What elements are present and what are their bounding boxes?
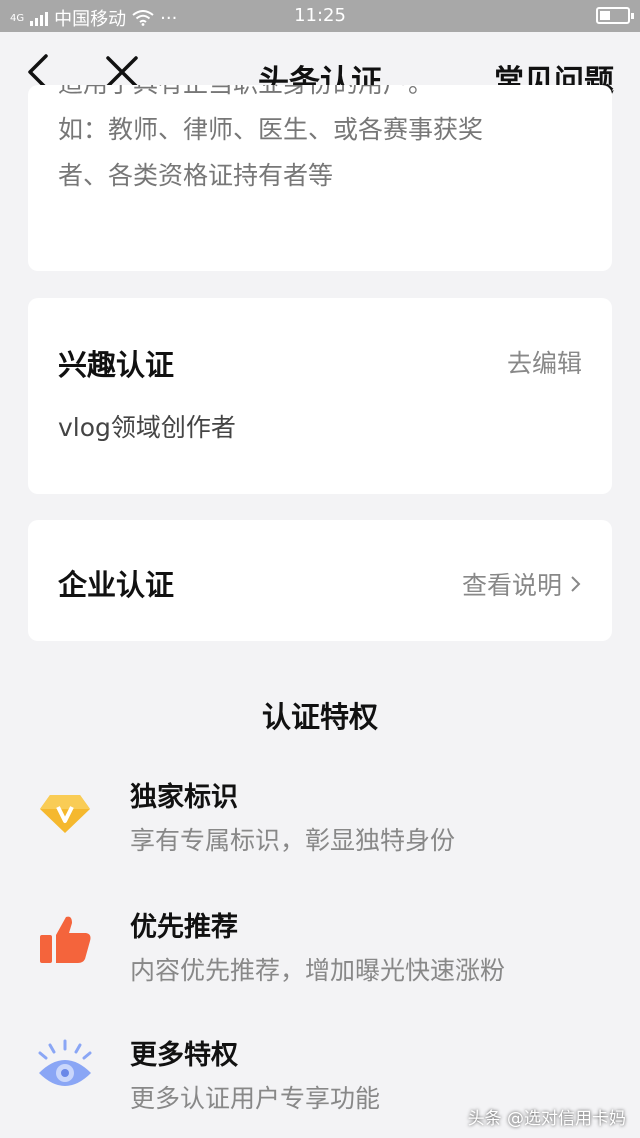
privilege-desc: 更多认证用户专享功能 xyxy=(130,1084,381,1113)
privilege-desc: 内容优先推荐，增加曝光快速涨粉 xyxy=(130,956,506,985)
chevron-right-icon xyxy=(571,576,581,592)
card-description-line: 者、各类资格证持有者等 xyxy=(58,161,334,190)
status-time: 11:25 xyxy=(294,5,346,26)
privilege-desc: 享有专属标识，彰显独特身份 xyxy=(130,826,456,855)
privilege-item: 优先推荐 内容优先推荐，增加曝光快速涨粉 xyxy=(0,905,640,1005)
privilege-title: 更多特权 xyxy=(130,1040,238,1071)
privilege-title: 独家标识 xyxy=(130,782,238,813)
card-description-line: 适用于具有正当职业身份的用户。 xyxy=(58,85,578,107)
battery-icon xyxy=(596,7,634,24)
interest-value: vlog领域创作者 xyxy=(58,413,236,442)
view-description-link[interactable]: 查看说明 xyxy=(462,566,582,602)
card-description-line: 如：教师、律师、医生、或各赛事获奖 xyxy=(58,115,484,144)
profession-verification-card: 适用于具有正当职业身份的用户。 如：教师、律师、医生、或各赛事获奖 者、各类资格… xyxy=(28,85,612,271)
view-description-label: 查看说明 xyxy=(461,571,562,600)
eye-icon xyxy=(38,1039,92,1086)
card-title: 企业认证 xyxy=(58,568,175,602)
privilege-item: 独家标识 享有专属标识，彰显独特身份 xyxy=(0,775,640,875)
card-description: 适用于具有正当职业身份的用户。 如：教师、律师、医生、或各赛事获奖 者、各类资格… xyxy=(58,85,578,199)
diamond-badge-icon xyxy=(40,795,90,833)
privileges-title: 认证特权 xyxy=(261,700,378,734)
status-bar: 4G 中国移动 ··· 11:25 xyxy=(0,0,640,32)
interest-verification-card: 兴趣认证 去编辑 vlog领域创作者 xyxy=(28,298,612,494)
thumbs-up-icon xyxy=(40,916,91,963)
edit-link[interactable]: 去编辑 xyxy=(507,344,582,380)
enterprise-verification-card[interactable]: 企业认证 查看说明 xyxy=(28,520,612,641)
privilege-title: 优先推荐 xyxy=(130,912,238,943)
card-title: 兴趣认证 xyxy=(58,348,175,382)
watermark: 头条 @选对信用卡妈 xyxy=(467,1109,626,1129)
